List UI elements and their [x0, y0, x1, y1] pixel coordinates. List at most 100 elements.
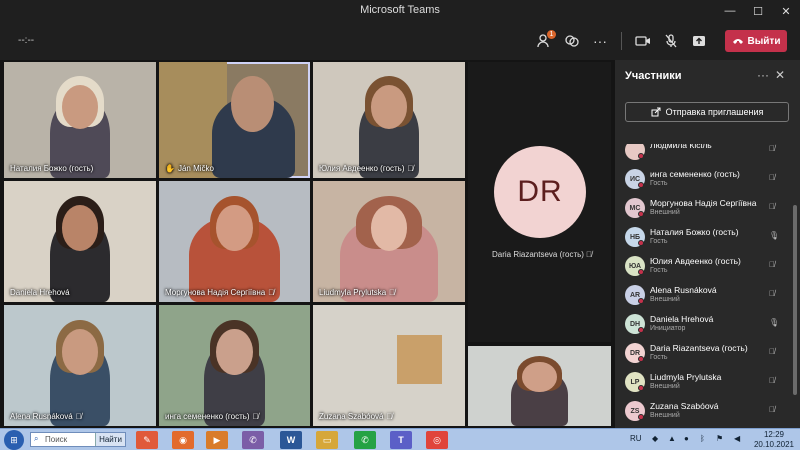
- microphone-button[interactable]: [660, 30, 682, 52]
- taskbar-app-word-icon[interactable]: W: [280, 431, 302, 449]
- clock-date: 20.10.2021: [753, 440, 795, 449]
- participant-row[interactable]: AR Alena Rusnáková Внешний 🎙̸: [615, 283, 793, 309]
- invite-button[interactable]: Отправка приглашения: [625, 102, 789, 122]
- tray-volume-icon[interactable]: ◀: [734, 434, 740, 443]
- background-picture: [396, 335, 443, 384]
- tile-name: Моргунова Надія Сергіївна: [165, 288, 266, 297]
- video-tile[interactable]: Liudmyla Prylutska 🎙̸: [313, 181, 465, 302]
- mic-off-icon[interactable]: 🎙̸: [769, 260, 775, 269]
- participant-face: [61, 329, 99, 376]
- mic-off-icon: 🎙̸: [407, 164, 414, 173]
- tray-teams-icon[interactable]: ◆: [652, 434, 658, 443]
- mic-off-icon[interactable]: 🎙̸: [769, 405, 775, 414]
- participant-list: Людмила Кісіль 🎙̸ ИС инга семененко (гость)…: [615, 144, 793, 426]
- language-indicator[interactable]: RU: [630, 434, 642, 443]
- participant-row[interactable]: DR Daria Riazantseva (гость) Гость 🎙̸: [615, 341, 793, 367]
- mic-off-icon[interactable]: 🎙̸: [769, 289, 775, 298]
- video-tile-active[interactable]: ✋ Ján Mičko: [159, 62, 310, 178]
- tray-bluetooth-icon[interactable]: ᛒ: [700, 434, 705, 443]
- participant-row[interactable]: НБ Наталия Божко (гость) Гость 🎙: [615, 225, 793, 251]
- presence-status-icon: [638, 414, 644, 420]
- mic-off-icon[interactable]: 🎙̸: [769, 173, 775, 182]
- tile-name: Ján Mičko: [177, 164, 214, 173]
- participant-name: инга семененко (гость): [650, 169, 740, 179]
- tile-name-label: Моргунова Надія Сергіївна 🎙̸: [165, 288, 274, 297]
- participant-row[interactable]: LP Liudmyla Prylutska Внешний 🎙̸: [615, 370, 793, 396]
- video-tile[interactable]: Наталия Божко (гость): [4, 62, 156, 178]
- self-view-tile[interactable]: [468, 346, 611, 426]
- participant-row[interactable]: Людмила Кісіль 🎙̸: [615, 144, 793, 164]
- mic-on-icon[interactable]: 🎙: [769, 231, 779, 240]
- taskbar-app-circle-icon[interactable]: ◉: [172, 431, 194, 449]
- hang-up-icon: [732, 39, 743, 44]
- tile-name-label: ✋ Ján Mičko: [165, 164, 214, 173]
- participant-row[interactable]: ЮА Юлия Авдеенко (гость) Гость 🎙̸: [615, 254, 793, 280]
- presence-status-icon: [638, 385, 644, 391]
- search-input[interactable]: Поиск: [45, 435, 67, 444]
- participant-face: [216, 205, 253, 252]
- participant-name: Zuzana Szabóová: [650, 401, 719, 411]
- participant-list-scrollbar[interactable]: [793, 205, 797, 395]
- tray-viber-icon[interactable]: ●: [684, 434, 689, 443]
- participant-role: Внешний: [650, 412, 680, 419]
- participant-face: [370, 205, 408, 252]
- taskbar-app-viber-icon[interactable]: ✆: [242, 431, 264, 449]
- mic-off-icon[interactable]: 🎙̸: [769, 144, 775, 153]
- taskbar-app-media-icon[interactable]: ▶: [206, 431, 228, 449]
- taskbar-app-folder-icon[interactable]: ▭: [316, 431, 338, 449]
- tile-name-label: Zuzana Szabóová 🎙̸: [319, 412, 393, 421]
- tile-name-label: Alena Rusnáková 🎙̸: [10, 412, 82, 421]
- chat-button[interactable]: [561, 30, 583, 52]
- mic-off-icon[interactable]: 🎙̸: [769, 347, 775, 356]
- tray-flag-icon[interactable]: ⚑: [716, 434, 723, 443]
- minimize-button[interactable]: —: [716, 0, 744, 22]
- mic-on-icon[interactable]: 🎙: [769, 318, 779, 327]
- leave-button[interactable]: Выйти: [725, 30, 787, 52]
- mic-off-icon[interactable]: 🎙̸: [769, 202, 775, 211]
- more-actions-button[interactable]: ···: [589, 30, 611, 52]
- panel-more-button[interactable]: ···: [757, 68, 769, 82]
- participant-row[interactable]: ZS Zuzana Szabóová Внешний 🎙̸: [615, 399, 793, 425]
- video-grid: Наталия Божко (гость) ✋ Ján Mičko Юлия Ав…: [0, 60, 615, 428]
- taskbar-search[interactable]: ⌕ Поиск Найти: [30, 432, 126, 447]
- participant-row[interactable]: ИС инга семененко (гость) Гость 🎙̸: [615, 167, 793, 193]
- close-window-button[interactable]: ✕: [772, 0, 800, 22]
- title-bar: Microsoft Teams — ☐ ✕: [0, 0, 800, 22]
- tile-name: Наталия Божко (гость): [10, 164, 94, 173]
- presence-status-icon: [638, 211, 644, 217]
- participant-role: Гость: [650, 354, 668, 361]
- participant-row[interactable]: МС Моргунова Надія Сергіївна Внешний 🎙̸: [615, 196, 793, 222]
- participant-face: [61, 205, 99, 252]
- video-tile[interactable]: Юлия Авдеенко (гость) 🎙̸: [313, 62, 465, 178]
- panel-close-button[interactable]: ✕: [775, 68, 785, 82]
- share-link-icon: [651, 107, 661, 117]
- video-tile[interactable]: Alena Rusnáková 🎙̸: [4, 305, 156, 426]
- camera-button[interactable]: [632, 30, 654, 52]
- video-tile[interactable]: Моргунова Надія Сергіївна 🎙̸: [159, 181, 310, 302]
- participants-badge: 1: [547, 30, 556, 39]
- taskbar-app-chrome-icon[interactable]: ◎: [426, 431, 448, 449]
- start-button[interactable]: ⊞: [4, 430, 24, 450]
- taskbar-app-teams-icon[interactable]: T: [390, 431, 412, 449]
- share-button[interactable]: [688, 30, 710, 52]
- tile-name-label: инга семененко (гость) 🎙̸: [165, 412, 259, 421]
- taskbar-clock[interactable]: 12:29 20.10.2021: [752, 430, 796, 450]
- search-button[interactable]: Найти: [95, 433, 125, 446]
- presence-status-icon: [638, 153, 644, 159]
- video-tile[interactable]: Zuzana Szabóová 🎙̸: [313, 305, 465, 426]
- tray-network-icon[interactable]: ▲: [668, 434, 676, 443]
- maximize-button[interactable]: ☐: [744, 0, 772, 22]
- mic-off-icon[interactable]: 🎙̸: [769, 376, 775, 385]
- video-tile[interactable]: Daniela Hrehová: [4, 181, 156, 302]
- presence-status-icon: [638, 298, 644, 304]
- taskbar-app-whatsapp-icon[interactable]: ✆: [354, 431, 376, 449]
- participants-button[interactable]: 1: [534, 30, 556, 52]
- meeting-toolbar: --:-- 1 ··· Выйти: [0, 22, 800, 60]
- taskbar-app-paint-icon[interactable]: ✎: [136, 431, 158, 449]
- mic-off-icon: 🎙̸: [386, 412, 393, 421]
- tile-name: инга семененко (гость): [165, 412, 250, 421]
- video-tile[interactable]: инга семененко (гость) 🎙̸: [159, 305, 310, 426]
- tile-name-label: Liudmyla Prylutska 🎙̸: [319, 288, 395, 297]
- close-icon: ✕: [775, 68, 786, 82]
- participant-row[interactable]: DH Daniela Hrehová Инициатор 🎙: [615, 312, 793, 338]
